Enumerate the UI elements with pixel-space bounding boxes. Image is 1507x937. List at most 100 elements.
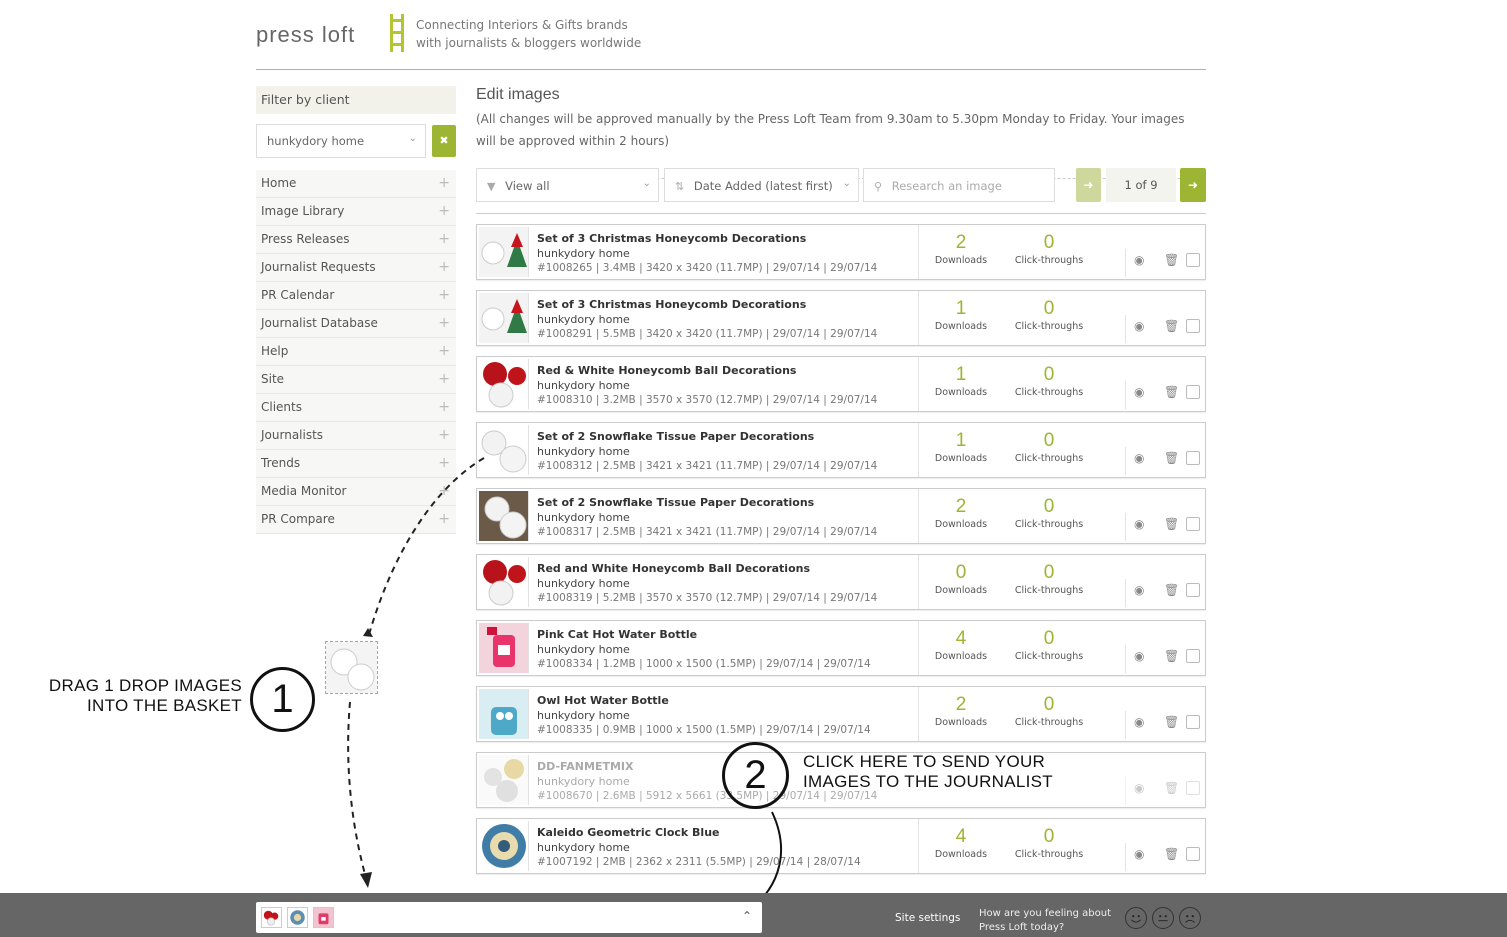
next-page-button[interactable]: ➜ (1180, 168, 1206, 202)
logo[interactable]: press loft (256, 22, 355, 48)
plus-icon[interactable]: + (438, 343, 450, 359)
trash-icon[interactable]: 🗑 (1164, 781, 1179, 795)
row-checkbox[interactable] (1186, 253, 1200, 267)
trash-icon[interactable]: 🗑 (1164, 451, 1179, 465)
image-thumbnail[interactable] (479, 359, 529, 409)
image-thumbnail[interactable] (479, 425, 529, 475)
plus-icon[interactable]: + (438, 483, 450, 499)
sidebar-item-pr-compare[interactable]: PR Compare + (256, 506, 456, 534)
row-checkbox[interactable] (1186, 847, 1200, 861)
eye-icon[interactable]: ◉ (1134, 781, 1148, 795)
row-checkbox[interactable] (1186, 715, 1200, 729)
sidebar-item-journalist-requests[interactable]: Journalist Requests + (256, 254, 456, 282)
row-checkbox[interactable] (1186, 319, 1200, 333)
image-thumbnail[interactable] (479, 557, 529, 607)
image-basket[interactable]: ⌃ (256, 902, 762, 933)
eye-icon[interactable]: ◉ (1134, 451, 1148, 465)
sidebar-item-journalists[interactable]: Journalists + (256, 422, 456, 450)
image-row[interactable]: Kaleido Geometric Clock Blue hunkydory ho… (476, 818, 1206, 874)
client-select[interactable]: hunkydory home ⌄ (256, 124, 426, 158)
image-title[interactable]: Set of 3 Christmas Honeycomb Decorations (537, 231, 917, 246)
sidebar-item-help[interactable]: Help + (256, 338, 456, 366)
basket-thumb-clock[interactable] (287, 907, 308, 928)
eye-icon[interactable]: ◉ (1134, 847, 1148, 861)
chevron-up-icon[interactable]: ⌃ (742, 909, 752, 923)
basket-thumb-red-balls[interactable] (261, 907, 282, 928)
image-row[interactable]: Set of 3 Christmas Honeycomb Decorations… (476, 224, 1206, 280)
image-title[interactable]: Set of 2 Snowflake Tissue Paper Decorati… (537, 429, 917, 444)
plus-icon[interactable]: + (438, 371, 450, 387)
sad-face-icon[interactable] (1179, 907, 1201, 929)
image-thumbnail[interactable] (479, 755, 529, 805)
trash-icon[interactable]: 🗑 (1164, 517, 1179, 531)
plus-icon[interactable]: + (438, 511, 450, 527)
row-checkbox[interactable] (1186, 451, 1200, 465)
image-thumbnail[interactable] (479, 623, 529, 673)
prev-page-button[interactable]: ➜ (1076, 168, 1101, 202)
image-thumbnail[interactable] (479, 821, 529, 871)
image-title[interactable]: Pink Cat Hot Water Bottle (537, 627, 917, 642)
happy-face-icon[interactable] (1125, 907, 1147, 929)
trash-icon[interactable]: 🗑 (1164, 319, 1179, 333)
trash-icon[interactable]: 🗑 (1164, 583, 1179, 597)
sidebar-item-image-library[interactable]: Image Library + (256, 198, 456, 226)
image-row[interactable]: Red and White Honeycomb Ball Decorations… (476, 554, 1206, 610)
image-thumbnail[interactable] (479, 227, 529, 277)
trash-icon[interactable]: 🗑 (1164, 385, 1179, 399)
plus-icon[interactable]: + (438, 259, 450, 275)
row-checkbox[interactable] (1186, 385, 1200, 399)
row-checkbox[interactable] (1186, 781, 1200, 795)
row-checkbox[interactable] (1186, 517, 1200, 531)
sort-select[interactable]: ⇅ Date Added (latest first) ⌄ (664, 168, 859, 202)
trash-icon[interactable]: 🗑 (1164, 847, 1179, 861)
sidebar-item-journalist-database[interactable]: Journalist Database + (256, 310, 456, 338)
image-title[interactable]: Set of 3 Christmas Honeycomb Decorations (537, 297, 917, 312)
clear-client-button[interactable]: ✖ (432, 125, 456, 157)
image-title[interactable]: Red and White Honeycomb Ball Decorations (537, 561, 917, 576)
eye-icon[interactable]: ◉ (1134, 253, 1148, 267)
eye-icon[interactable]: ◉ (1134, 517, 1148, 531)
trash-icon[interactable]: 🗑 (1164, 649, 1179, 663)
basket-thumb-pink-cat[interactable] (313, 907, 334, 928)
sidebar-item-home[interactable]: Home + (256, 170, 456, 198)
row-checkbox[interactable] (1186, 649, 1200, 663)
plus-icon[interactable]: + (438, 315, 450, 331)
row-checkbox[interactable] (1186, 583, 1200, 597)
image-row[interactable]: Set of 3 Christmas Honeycomb Decorations… (476, 290, 1206, 346)
image-row[interactable]: Pink Cat Hot Water Bottle hunkydory home #… (476, 620, 1206, 676)
image-thumbnail[interactable] (479, 491, 529, 541)
image-row[interactable]: Red & White Honeycomb Ball Decorations hu… (476, 356, 1206, 412)
sidebar-item-press-releases[interactable]: Press Releases + (256, 226, 456, 254)
eye-icon[interactable]: ◉ (1134, 649, 1148, 663)
image-title[interactable]: Owl Hot Water Bottle (537, 693, 917, 708)
plus-icon[interactable]: + (438, 399, 450, 415)
trash-icon[interactable]: 🗑 (1164, 715, 1179, 729)
eye-icon[interactable]: ◉ (1134, 583, 1148, 597)
eye-icon[interactable]: ◉ (1134, 385, 1148, 399)
image-title[interactable]: Kaleido Geometric Clock Blue (537, 825, 917, 840)
plus-icon[interactable]: + (438, 287, 450, 303)
sidebar-item-media-monitor[interactable]: Media Monitor + (256, 478, 456, 506)
image-thumbnail[interactable] (479, 293, 529, 343)
sidebar-item-site[interactable]: Site + (256, 366, 456, 394)
eye-icon[interactable]: ◉ (1134, 715, 1148, 729)
image-thumbnail[interactable] (479, 689, 529, 739)
sidebar-item-trends[interactable]: Trends + (256, 450, 456, 478)
eye-icon[interactable]: ◉ (1134, 319, 1148, 333)
sidebar-item-pr-calendar[interactable]: PR Calendar + (256, 282, 456, 310)
image-row[interactable]: Owl Hot Water Bottle hunkydory home #10083… (476, 686, 1206, 742)
plus-icon[interactable]: + (438, 175, 450, 191)
image-title[interactable]: Set of 2 Snowflake Tissue Paper Decorati… (537, 495, 917, 510)
view-filter-select[interactable]: ▼ View all ⌄ (476, 168, 659, 202)
plus-icon[interactable]: + (438, 203, 450, 219)
image-title[interactable]: Red & White Honeycomb Ball Decorations (537, 363, 917, 378)
site-settings-link[interactable]: Site settings (895, 912, 960, 924)
image-row[interactable]: Set of 2 Snowflake Tissue Paper Decorati… (476, 488, 1206, 544)
plus-icon[interactable]: + (438, 427, 450, 443)
trash-icon[interactable]: 🗑 (1164, 253, 1179, 267)
sidebar-item-clients[interactable]: Clients + (256, 394, 456, 422)
neutral-face-icon[interactable] (1152, 907, 1174, 929)
plus-icon[interactable]: + (438, 455, 450, 471)
image-row[interactable]: Set of 2 Snowflake Tissue Paper Decorati… (476, 422, 1206, 478)
plus-icon[interactable]: + (438, 231, 450, 247)
